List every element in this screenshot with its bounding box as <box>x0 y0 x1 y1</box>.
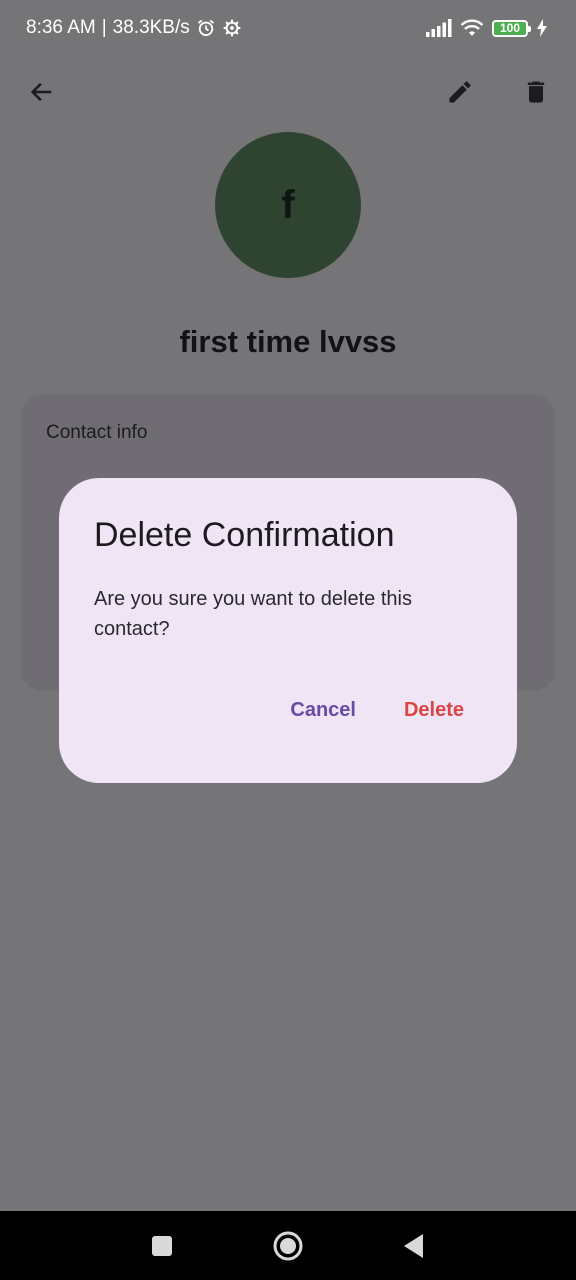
contact-name: first time lvvss <box>179 324 397 359</box>
network-speed: 38.3KB/s <box>112 17 190 38</box>
app-bar <box>0 60 576 124</box>
delete-confirmation-dialog: Delete Confirmation Are you sure you wan… <box>59 478 517 783</box>
status-right: 100 <box>426 19 548 37</box>
status-left: 8:36 AM | 38.3KB/s <box>26 17 242 39</box>
dialog-message: Are you sure you want to delete this con… <box>94 588 412 640</box>
delete-button[interactable]: Delete <box>404 699 464 722</box>
status-bar: 8:36 AM | 38.3KB/s 100 <box>0 0 576 56</box>
avatar: f <box>215 132 361 278</box>
battery-icon: 100 <box>492 19 531 37</box>
signal-icon <box>426 19 452 37</box>
status-separator: | <box>101 17 107 38</box>
recents-icon[interactable] <box>142 1226 182 1266</box>
navigation-bar <box>0 1211 576 1280</box>
wifi-icon <box>460 19 484 37</box>
cancel-button[interactable]: Cancel <box>290 699 356 722</box>
app-bar-actions <box>440 72 556 112</box>
dialog-actions: Cancel Delete <box>290 699 464 722</box>
contact-info-title: Contact info <box>46 422 148 443</box>
delete-icon[interactable] <box>516 72 556 112</box>
back-arrow-icon[interactable] <box>22 72 62 112</box>
settings-icon <box>222 18 242 38</box>
alarm-icon <box>196 18 216 38</box>
edit-icon[interactable] <box>440 72 480 112</box>
home-icon[interactable] <box>268 1226 308 1266</box>
dialog-title: Delete Confirmation <box>94 516 395 554</box>
charging-icon <box>536 19 548 37</box>
avatar-letter: f <box>281 182 295 227</box>
status-time: 8:36 AM <box>26 17 96 38</box>
back-icon[interactable] <box>394 1226 434 1266</box>
